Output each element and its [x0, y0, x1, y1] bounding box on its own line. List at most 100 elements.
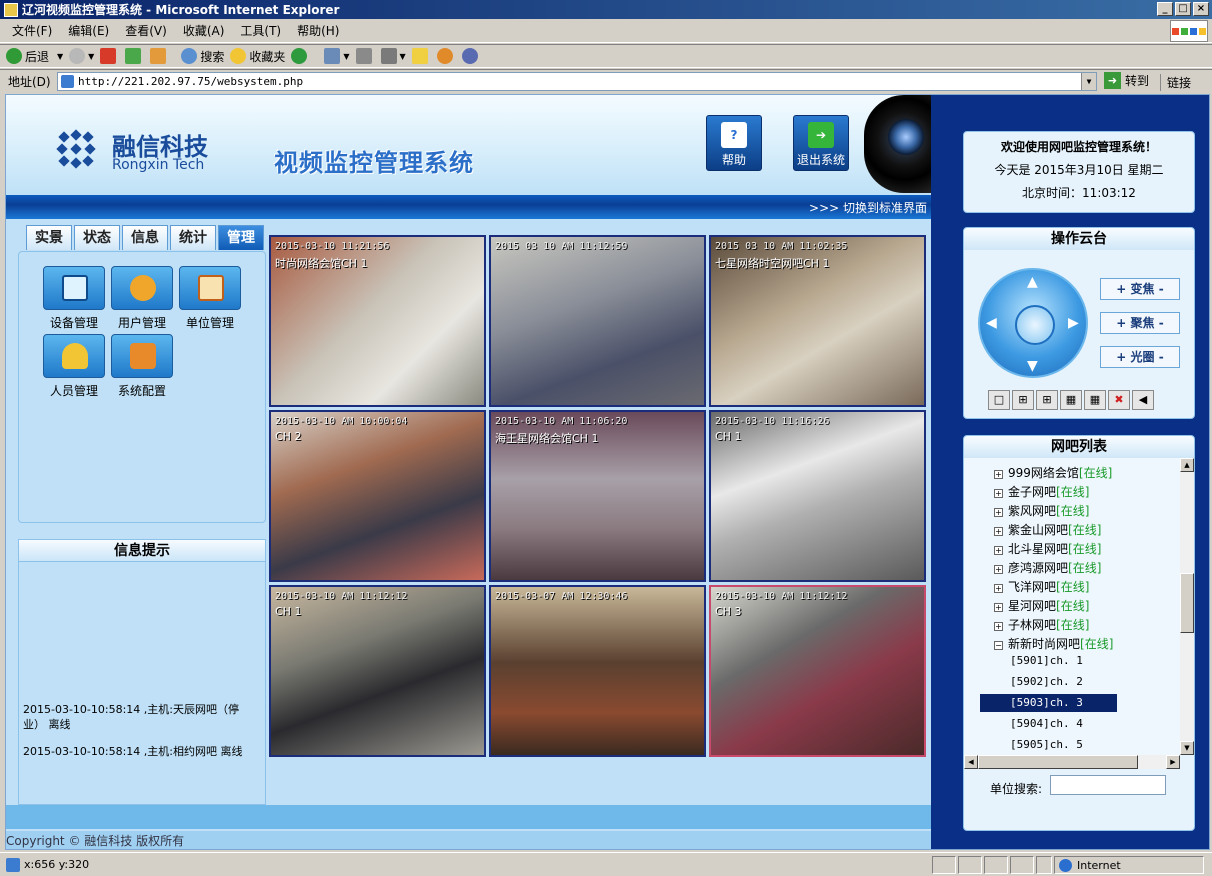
- menu-file[interactable]: 文件(F): [12, 22, 52, 39]
- video-cell[interactable]: 2015-03-10 11:16:26 CH 1: [709, 410, 926, 582]
- menu-help[interactable]: 帮助(H): [297, 22, 339, 39]
- menu-tools[interactable]: 工具(T): [240, 22, 281, 39]
- expand-icon[interactable]: +: [994, 622, 1003, 631]
- ptz-direction-pad[interactable]: ▲ ▼ ◀ ▶: [978, 268, 1088, 378]
- scroll-thumb[interactable]: [1180, 573, 1194, 633]
- print-button[interactable]: [355, 48, 375, 64]
- channel-item-selected[interactable]: [5903]ch. 3: [980, 694, 1117, 712]
- expand-icon[interactable]: +: [994, 546, 1003, 555]
- tree-node[interactable]: +999网络会馆[在线]: [994, 464, 1112, 481]
- menu-edit[interactable]: 编辑(E): [68, 22, 109, 39]
- tree-node[interactable]: + 飞洋网吧[在线]: [994, 578, 1089, 595]
- channel-item[interactable]: [5904]ch. 4: [980, 715, 1117, 733]
- address-input[interactable]: http://221.202.97.75/websystem.php ▼: [57, 72, 1097, 91]
- layout-1-icon[interactable]: □: [988, 390, 1010, 410]
- tab-info[interactable]: 信息: [122, 225, 168, 250]
- research-button[interactable]: [436, 48, 456, 64]
- tree-node[interactable]: + 紫风网吧[在线]: [994, 502, 1089, 519]
- hscroll-thumb[interactable]: [978, 755, 1138, 769]
- tab-stats[interactable]: 统计: [170, 225, 216, 250]
- down-arrow-icon[interactable]: ▼: [1027, 358, 1038, 374]
- video-cell[interactable]: 2015-03-10 11:21:56 时尚网络会馆CH 1: [269, 235, 486, 407]
- close-button[interactable]: ×: [1193, 2, 1209, 16]
- tab-status[interactable]: 状态: [74, 225, 120, 250]
- layout-16-icon[interactable]: ▦: [1084, 390, 1106, 410]
- device-manage-button[interactable]: 设备管理: [41, 266, 107, 331]
- video-cell[interactable]: 2015-03-10 AM 11:12:12 CH 1: [269, 585, 486, 757]
- refresh-button[interactable]: [125, 48, 144, 64]
- video-cell[interactable]: 2015-03-07 AM 12:30:46: [489, 585, 706, 757]
- tree-node[interactable]: + 子林网吧[在线]: [994, 616, 1089, 633]
- discuss-button[interactable]: [411, 48, 431, 64]
- channel-item[interactable]: [5901]ch. 1: [980, 652, 1117, 670]
- left-arrow-icon[interactable]: ◀: [986, 315, 997, 331]
- address-dropdown-icon[interactable]: ▼: [1081, 73, 1096, 90]
- video-cell[interactable]: 2015-03-10 AM 10:00:04 CH 2: [269, 410, 486, 582]
- maximize-button[interactable]: □: [1175, 2, 1191, 16]
- tree-node[interactable]: + 彦鸿源网吧[在线]: [994, 559, 1101, 576]
- messenger-button[interactable]: [461, 48, 481, 64]
- expand-icon[interactable]: +: [994, 565, 1003, 574]
- edit-button[interactable]: ▼: [380, 48, 406, 64]
- home-button[interactable]: [150, 48, 169, 64]
- video-cell[interactable]: 2015-03-10 AM 11:06:20 海王星网络会馆CH 1: [489, 410, 706, 582]
- unit-manage-button[interactable]: 单位管理: [177, 266, 243, 331]
- expand-icon[interactable]: +: [994, 470, 1003, 479]
- expand-icon[interactable]: +: [994, 527, 1003, 536]
- zoom-button[interactable]: + 变焦 -: [1100, 278, 1180, 300]
- channel-item[interactable]: [5902]ch. 2: [980, 673, 1117, 691]
- video-cell[interactable]: 2015 03 10 AM 11:02:35 七星网络时空网吧CH 1: [709, 235, 926, 407]
- forward-button[interactable]: ▼: [69, 48, 94, 64]
- header-band: >>> 切换到标准界面: [6, 195, 931, 219]
- expand-icon[interactable]: +: [994, 584, 1003, 593]
- layout-9-icon[interactable]: ▦: [1060, 390, 1082, 410]
- favorites-button[interactable]: 收藏夹: [230, 48, 285, 65]
- close-video-icon[interactable]: ✖: [1108, 390, 1130, 410]
- staff-manage-button[interactable]: 人员管理: [41, 334, 107, 399]
- rotate-icon[interactable]: [1015, 305, 1055, 345]
- go-button[interactable]: ➜ 转到: [1104, 72, 1149, 89]
- user-manage-button[interactable]: 用户管理: [109, 266, 175, 331]
- video-cell[interactable]: 2015 03 10 AM 11:12:59: [489, 235, 706, 407]
- focus-button[interactable]: + 聚焦 -: [1100, 312, 1180, 334]
- scroll-left-icon[interactable]: ◀: [964, 755, 978, 769]
- help-button[interactable]: ? 帮助: [706, 115, 762, 171]
- audio-icon[interactable]: ◀: [1132, 390, 1154, 410]
- stop-button[interactable]: [100, 48, 119, 64]
- channel-item[interactable]: [5905]ch. 5: [980, 736, 1117, 754]
- tree-node[interactable]: + 星河网吧[在线]: [994, 597, 1089, 614]
- menu-favorites[interactable]: 收藏(A): [183, 22, 225, 39]
- tree-node[interactable]: + 北斗星网吧[在线]: [994, 540, 1101, 557]
- tree-vertical-scrollbar[interactable]: ▲ ▼: [1180, 458, 1194, 755]
- tree-node-expanded[interactable]: − 新新时尚网吧[在线]: [994, 635, 1113, 652]
- layout-6-icon[interactable]: ⊞: [1036, 390, 1058, 410]
- unit-search-input[interactable]: [1050, 775, 1166, 795]
- tree-node[interactable]: + 金子网吧[在线]: [994, 483, 1089, 500]
- media-button[interactable]: [291, 48, 310, 64]
- up-arrow-icon[interactable]: ▲: [1027, 274, 1038, 290]
- scroll-up-icon[interactable]: ▲: [1180, 458, 1194, 472]
- tab-live[interactable]: 实景: [26, 225, 72, 250]
- switch-interface-link[interactable]: >>> 切换到标准界面: [809, 199, 927, 216]
- scroll-right-icon[interactable]: ▶: [1166, 755, 1180, 769]
- tree-horizontal-scrollbar[interactable]: ◀ ▶: [964, 755, 1180, 769]
- system-config-button[interactable]: 系统配置: [109, 334, 175, 399]
- expand-icon[interactable]: +: [994, 489, 1003, 498]
- layout-4-icon[interactable]: ⊞: [1012, 390, 1034, 410]
- menu-view[interactable]: 查看(V): [125, 22, 167, 39]
- search-button[interactable]: 搜索: [181, 48, 224, 65]
- expand-icon[interactable]: +: [994, 603, 1003, 612]
- links-button[interactable]: 链接: [1160, 74, 1191, 91]
- expand-icon[interactable]: +: [994, 508, 1003, 517]
- mail-button[interactable]: ▼: [324, 48, 350, 64]
- scroll-down-icon[interactable]: ▼: [1180, 741, 1194, 755]
- back-button[interactable]: 后退 ▼: [6, 48, 63, 65]
- logout-button[interactable]: ➔ 退出系统: [793, 115, 849, 171]
- tree-node[interactable]: + 紫金山网吧[在线]: [994, 521, 1101, 538]
- right-arrow-icon[interactable]: ▶: [1068, 315, 1079, 331]
- video-cell-selected[interactable]: 2015-03-10 AM 11:12:12 CH 3: [709, 585, 926, 757]
- minimize-button[interactable]: _: [1157, 2, 1173, 16]
- iris-button[interactable]: + 光圈 -: [1100, 346, 1180, 368]
- tab-manage[interactable]: 管理: [218, 225, 264, 250]
- collapse-icon[interactable]: −: [994, 641, 1003, 650]
